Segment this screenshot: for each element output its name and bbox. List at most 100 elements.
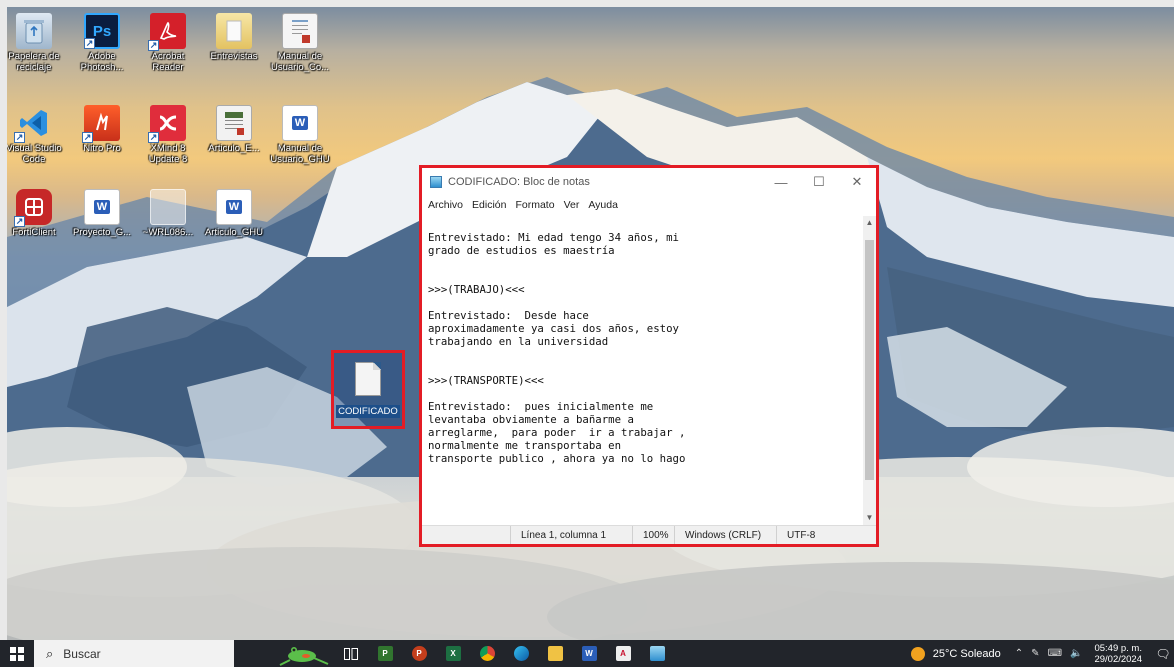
- taskbar-app-word[interactable]: W: [572, 640, 606, 667]
- desktop-icon-manual-ghu[interactable]: W Manual de Usuario_GHU: [269, 105, 331, 165]
- window-titlebar[interactable]: CODIFICADO: Bloc de notas — ☐ ✕: [422, 168, 876, 196]
- text-file-icon: [355, 362, 381, 396]
- system-tray: 25°C Soleado ⌃ ✎ ⌨ 🔈 05:49 p. m. 29/02/2…: [910, 640, 1174, 667]
- keyboard-icon[interactable]: ⌨: [1048, 648, 1062, 659]
- taskbar-app-chrome[interactable]: [470, 640, 504, 667]
- menu-archivo[interactable]: Archivo: [428, 199, 463, 211]
- menu-ver[interactable]: Ver: [564, 199, 580, 211]
- photoshop-icon: Ps ↗: [84, 13, 120, 49]
- desktop-icon-entrevistas[interactable]: Entrevistas: [203, 13, 265, 62]
- project-icon: P: [377, 646, 393, 661]
- desktop-icon-recycle-bin[interactable]: Papelera de reciclaje: [7, 13, 65, 73]
- desktop-icon-xmind[interactable]: ↗ XMind 8 Update 8: [137, 105, 199, 165]
- recycle-bin-icon: [16, 13, 52, 49]
- desktop-icon-label: Proyecto_G...: [72, 227, 132, 238]
- desktop-icon-acrobat[interactable]: ↗ Acrobat Reader: [137, 13, 199, 73]
- chrome-icon: [479, 646, 495, 661]
- notepad-icon: [430, 176, 442, 188]
- window-title: CODIFICADO: Bloc de notas: [448, 176, 590, 188]
- task-view-icon: [344, 647, 358, 660]
- start-button[interactable]: [0, 640, 34, 667]
- desktop-icon-photoshop[interactable]: Ps ↗ Adobe Photosh...: [71, 13, 133, 73]
- taskbar-search-box[interactable]: ⌕ Buscar: [34, 640, 234, 667]
- maximize-button[interactable]: ☐: [800, 168, 838, 196]
- desktop-icon-label: Acrobat Reader: [151, 51, 185, 73]
- taskbar-app-project[interactable]: P: [368, 640, 402, 667]
- edge-icon: [513, 646, 529, 661]
- desktop-icon-label: Visual Studio Code: [7, 143, 62, 165]
- windows-icon: [10, 646, 24, 661]
- desktop-icon-label: ~WRL086...: [142, 227, 194, 238]
- file-icon: [150, 189, 186, 225]
- desktop-icon-articulo-ghu[interactable]: W Articulo_GHU: [203, 189, 265, 238]
- taskbar-app-notepad[interactable]: [640, 640, 674, 667]
- volume-icon[interactable]: 🔈: [1070, 648, 1082, 659]
- nitro-icon: ↗: [82, 105, 120, 143]
- taskbar-app-excel[interactable]: X: [436, 640, 470, 667]
- xmind-icon: ↗: [148, 105, 186, 143]
- status-cursor-position: Línea 1, columna 1: [510, 526, 632, 544]
- tray-chevron-up-icon[interactable]: ⌃: [1015, 648, 1023, 659]
- pen-icon[interactable]: ✎: [1031, 648, 1039, 659]
- weather-sun-icon: [910, 646, 925, 661]
- desktop-icon-manual-co[interactable]: Manual de Usuario_Co...: [269, 13, 331, 73]
- desktop-icon-wrl[interactable]: ~WRL086...: [137, 189, 199, 238]
- desktop-icon-label: Nitro Pro: [83, 143, 121, 154]
- desktop-icon-label: Manual de Usuario_GHU: [270, 143, 330, 165]
- weather-widget[interactable]: 25°C Soleado: [933, 648, 1001, 660]
- task-view-button[interactable]: [334, 640, 368, 667]
- excel-icon: X: [445, 646, 461, 661]
- document-icon: [216, 105, 252, 141]
- desktop-icon-vscode[interactable]: ↗ Visual Studio Code: [7, 105, 65, 165]
- file-explorer-icon: [547, 646, 563, 661]
- taskbar-clock[interactable]: 05:49 p. m. 29/02/2024: [1094, 643, 1142, 665]
- taskbar-app-explorer[interactable]: [538, 640, 572, 667]
- taskbar-app-powerpoint[interactable]: P: [402, 640, 436, 667]
- taskbar-app-acrobat[interactable]: A: [606, 640, 640, 667]
- desktop-icon-forticlient[interactable]: ↗ FortiClient: [7, 189, 65, 238]
- folder-icon: [216, 13, 252, 49]
- menu-ayuda[interactable]: Ayuda: [588, 199, 618, 211]
- menu-formato[interactable]: Formato: [515, 199, 554, 211]
- desktop-icon-label: Papelera de reciclaje: [8, 51, 60, 73]
- notifications-icon[interactable]: 🗨: [1152, 647, 1174, 661]
- search-icon: ⌕: [46, 645, 54, 661]
- frog-decoration-icon: [279, 647, 329, 666]
- forticlient-icon: ↗: [14, 189, 52, 227]
- desktop-icon-articulo-e[interactable]: Articulo_E...: [203, 105, 265, 154]
- word-icon: W: [216, 189, 252, 225]
- scrollbar-thumb[interactable]: [865, 240, 874, 480]
- vertical-scrollbar[interactable]: ▲ ▼: [863, 216, 876, 525]
- desktop-icon-label: Adobe Photosh...: [80, 51, 124, 73]
- desktop-icon-codificado[interactable]: CODIFICADO: [331, 350, 405, 429]
- word-icon: W: [84, 189, 120, 225]
- clock-time: 05:49 p. m.: [1094, 642, 1142, 654]
- desktop-icon-nitro[interactable]: ↗ Nitro Pro: [71, 105, 133, 154]
- desktop-icon-label: Manual de Usuario_Co...: [270, 51, 330, 73]
- notepad-window[interactable]: CODIFICADO: Bloc de notas — ☐ ✕ Archivo …: [419, 165, 879, 547]
- pdf-icon: A: [615, 646, 631, 661]
- word-icon: W: [282, 105, 318, 141]
- status-spacer: [422, 526, 510, 544]
- desktop-icon-proyecto[interactable]: W Proyecto_G...: [71, 189, 133, 238]
- scroll-down-arrow-icon[interactable]: ▼: [863, 511, 876, 525]
- acrobat-icon: ↗: [148, 13, 186, 51]
- close-button[interactable]: ✕: [838, 168, 876, 196]
- desktop-icon-label: XMind 8 Update 8: [148, 143, 188, 165]
- status-zoom: 100%: [632, 526, 674, 544]
- desktop-icon-label: CODIFICADO: [336, 405, 400, 418]
- search-placeholder: Buscar: [63, 646, 101, 661]
- desktop-icon-label: Entrevistas: [210, 51, 258, 62]
- powerpoint-icon: P: [411, 646, 427, 661]
- document-icon: [282, 13, 318, 49]
- minimize-button[interactable]: —: [762, 168, 800, 196]
- status-line-ending: Windows (CRLF): [674, 526, 776, 544]
- scroll-up-arrow-icon[interactable]: ▲: [863, 216, 876, 230]
- status-bar: Línea 1, columna 1 100% Windows (CRLF) U…: [422, 525, 876, 544]
- menu-edicion[interactable]: Edición: [472, 199, 506, 211]
- text-editor-area[interactable]: Entrevistado: Mi edad tengo 34 años, mi …: [422, 216, 863, 525]
- status-encoding: UTF-8: [776, 526, 876, 544]
- word-icon: W: [581, 646, 597, 661]
- vscode-icon: ↗: [14, 105, 52, 143]
- taskbar-app-edge[interactable]: [504, 640, 538, 667]
